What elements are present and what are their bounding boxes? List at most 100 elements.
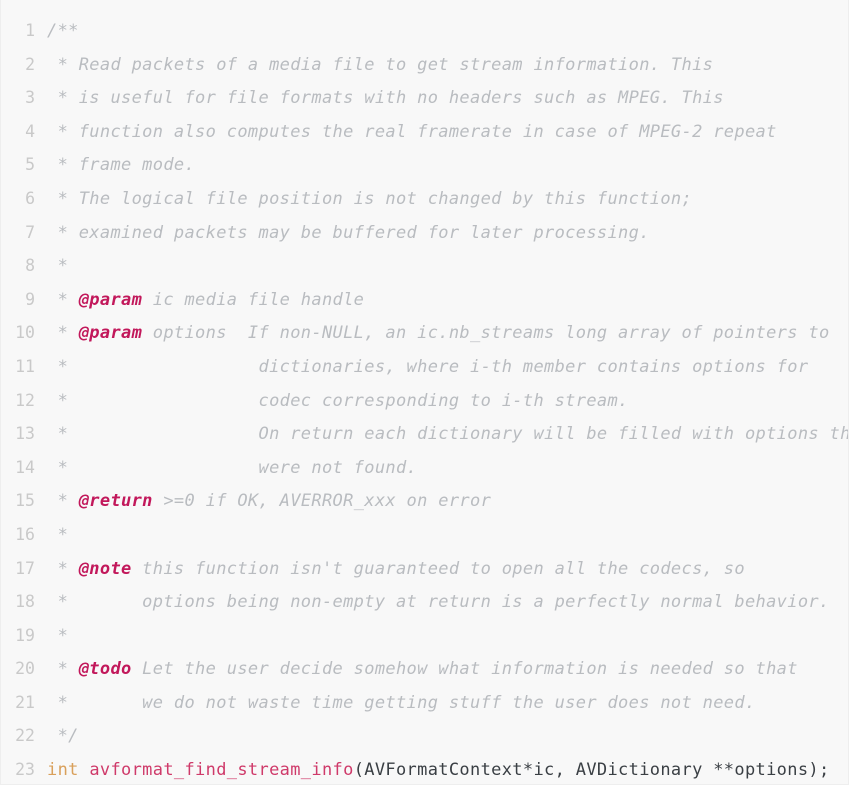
code-line-content[interactable]: * dictionaries, where i-th member contai…	[47, 351, 848, 385]
code-line[interactable]: 13 * On return each dictionary will be f…	[1, 417, 848, 451]
code-line[interactable]: 22 */	[1, 719, 848, 753]
line-number: 22	[15, 726, 35, 746]
line-number: 1	[25, 21, 35, 40]
code-line[interactable]: 10 * @param options If non-NULL, an ic.n…	[1, 316, 848, 350]
line-number: 2	[25, 54, 35, 74]
comment-token: ic media file handle	[142, 289, 365, 310]
code-line-content[interactable]: * @return >=0 if OK, AVERROR_xxx on erro…	[47, 485, 848, 519]
code-line-content[interactable]: * codec corresponding to i-th stream.	[47, 385, 848, 419]
line-number: 3	[25, 88, 35, 108]
code-line-content[interactable]: int avformat_find_stream_info(AVFormatCo…	[47, 754, 848, 784]
code-line-content[interactable]: *	[47, 620, 848, 654]
comment-token: >=0 if OK, AVERROR_xxx on error	[152, 491, 492, 512]
code-line[interactable]: 1 /**	[1, 14, 848, 48]
code-line[interactable]: 15 * @return >=0 if OK, AVERROR_xxx on e…	[1, 484, 848, 518]
comment-token: options If non-NULL, an ic.nb_streams lo…	[142, 323, 830, 344]
code-line-content[interactable]: /**	[47, 15, 848, 49]
code-line-content[interactable]: * On return each dictionary will be fill…	[47, 418, 848, 452]
line-number: 7	[25, 222, 35, 242]
code-line-content[interactable]: * @param options If non-NULL, an ic.nb_s…	[47, 317, 848, 351]
code-line-content[interactable]: * options being non-empty at return is a…	[47, 586, 848, 620]
code-line-content[interactable]: * Read packets of a media file to get st…	[47, 49, 848, 83]
comment-token: this function isn't guaranteed to open a…	[131, 558, 745, 579]
code-line[interactable]: 6 * The logical file position is not cha…	[1, 182, 848, 216]
code-line[interactable]: 21 * we do not waste time getting stuff …	[1, 686, 848, 720]
line-number: 18	[15, 592, 35, 612]
comment-token: *	[47, 558, 79, 579]
code-line-content[interactable]: *	[47, 250, 848, 284]
code-line-content[interactable]: * function also computes the real framer…	[47, 116, 848, 150]
comment-token: * examined packets may be buffered for l…	[47, 222, 650, 243]
line-number: 19	[15, 625, 35, 645]
code-line[interactable]: 12 * codec corresponding to i-th stream.	[1, 384, 848, 418]
line-number: 12	[15, 390, 35, 410]
comment-token: *	[47, 524, 69, 545]
line-number: 4	[25, 121, 35, 141]
code-line[interactable]: 4 * function also computes the real fram…	[1, 115, 848, 149]
code-line-content[interactable]: * The logical file position is not chang…	[47, 183, 848, 217]
comment-token: *	[47, 289, 79, 310]
code-line-content[interactable]: */	[47, 720, 848, 754]
doc-tag-token: @return	[78, 491, 153, 512]
comment-token: * is useful for file formats with no hea…	[47, 88, 724, 109]
doc-tag-token: @todo	[78, 659, 132, 680]
comment-token: * codec corresponding to i-th stream.	[47, 390, 629, 411]
code-line[interactable]: 3 * is useful for file formats with no h…	[1, 81, 848, 115]
line-number: 23	[15, 760, 35, 780]
code-line-content[interactable]: * @note this function isn't guaranteed t…	[47, 553, 848, 587]
code-line[interactable]: 23 int avformat_find_stream_info(AVFormat…	[1, 753, 848, 784]
code-line[interactable]: 14 * were not found.	[1, 451, 848, 485]
line-number: 15	[15, 491, 35, 511]
code-line[interactable]: 5 * frame mode.	[1, 148, 848, 182]
code-line-content[interactable]: * @todo Let the user decide somehow what…	[47, 653, 848, 687]
comment-token: * Read packets of a media file to get st…	[47, 54, 714, 75]
comment-token: *	[47, 491, 79, 512]
comment-token: * The logical file position is not chang…	[47, 188, 693, 209]
code-line[interactable]: 18 * options being non-empty at return i…	[1, 585, 848, 619]
code-line-content[interactable]: * examined packets may be buffered for l…	[47, 217, 848, 251]
line-number: 20	[15, 659, 35, 679]
doc-tag-token: @param	[78, 323, 143, 344]
doc-tag-token: @param	[78, 289, 143, 310]
line-number: 21	[15, 692, 35, 712]
line-number: 13	[15, 424, 35, 444]
line-number: 16	[15, 524, 35, 544]
code-line-content[interactable]: *	[47, 519, 848, 553]
comment-token: * we do not waste time getting stuff the…	[47, 692, 756, 713]
comment-token: *	[47, 323, 79, 344]
code-block[interactable]: 1 /** 2 * Read packets of a media file to …	[0, 0, 849, 785]
plain-code-token: (AVFormatContext*ic, AVDictionary **opti…	[353, 760, 830, 781]
line-number: 6	[25, 188, 35, 208]
code-line-content[interactable]: * is useful for file formats with no hea…	[47, 82, 848, 116]
comment-token: * were not found.	[47, 457, 418, 478]
code-line[interactable]: 20 * @todo Let the user decide somehow w…	[1, 652, 848, 686]
comment-token: *	[47, 256, 69, 277]
code-line[interactable]: 19 *	[1, 619, 848, 653]
comment-token: */	[47, 726, 79, 747]
comment-token: *	[47, 625, 69, 646]
comment-token: * options being non-empty at return is a…	[47, 592, 830, 613]
code-line[interactable]: 11 * dictionaries, where i-th member con…	[1, 350, 848, 384]
line-number: 9	[25, 289, 35, 309]
code-line[interactable]: 9 * @param ic media file handle	[1, 283, 848, 317]
comment-token: /**	[47, 21, 79, 41]
line-number: 14	[15, 457, 35, 477]
comment-token: * dictionaries, where i-th member contai…	[47, 356, 809, 377]
code-line-content[interactable]: * were not found.	[47, 452, 848, 486]
line-number: 5	[25, 155, 35, 175]
code-line[interactable]: 17 * @note this function isn't guarantee…	[1, 552, 848, 586]
code-line-content[interactable]: * frame mode.	[47, 149, 848, 183]
code-line-content[interactable]: * we do not waste time getting stuff the…	[47, 687, 848, 721]
line-number: 11	[15, 356, 35, 376]
code-line[interactable]: 7 * examined packets may be buffered for…	[1, 216, 848, 250]
line-number: 10	[15, 323, 35, 343]
code-lines-container[interactable]: 1 /** 2 * Read packets of a media file to …	[1, 14, 848, 784]
keyword-token: int	[47, 760, 79, 781]
code-line[interactable]: 2 * Read packets of a media file to get …	[1, 48, 848, 82]
line-number: 17	[15, 558, 35, 578]
comment-token: *	[47, 659, 79, 680]
code-line[interactable]: 8 *	[1, 249, 848, 283]
line-number: 8	[25, 256, 35, 276]
code-line-content[interactable]: * @param ic media file handle	[47, 284, 848, 318]
code-line[interactable]: 16 *	[1, 518, 848, 552]
